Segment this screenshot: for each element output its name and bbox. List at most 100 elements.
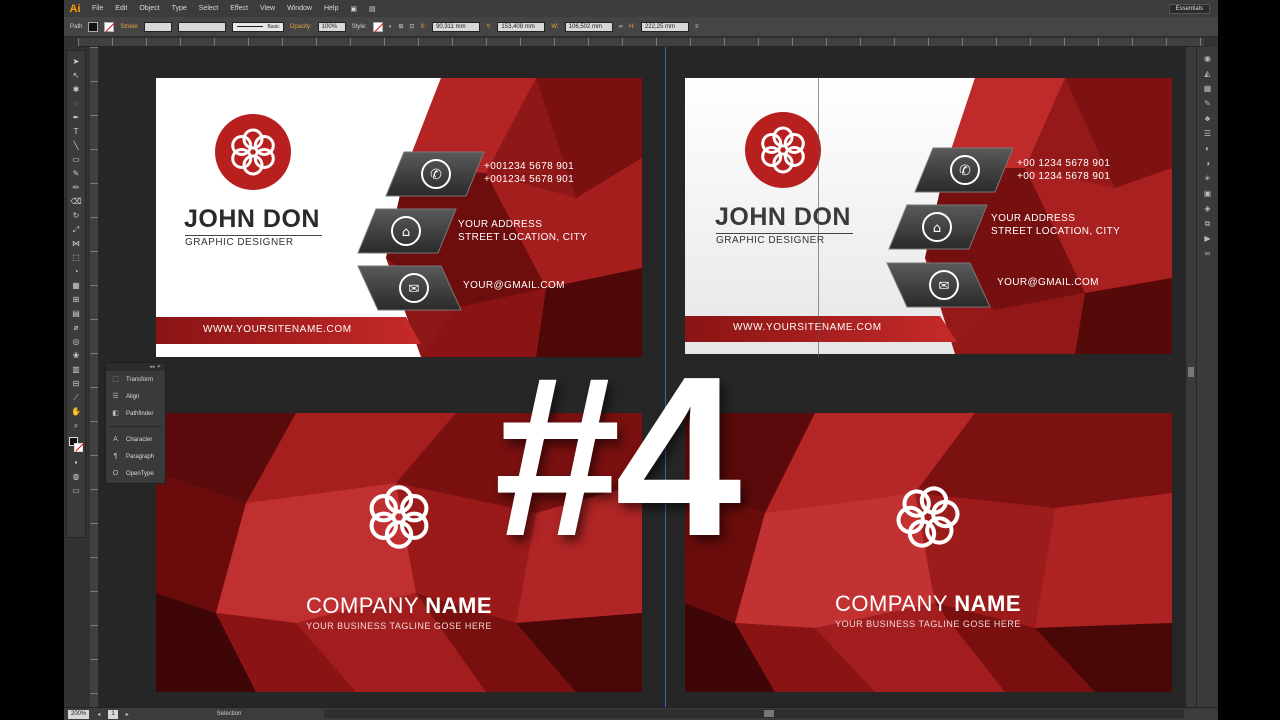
width-tool-icon[interactable]: ⋈ (69, 237, 83, 250)
arrange-documents-icon[interactable]: ▤ (363, 5, 382, 13)
card-front-right[interactable]: ✆ ⌂ ✉ JOHN DON GRAPHIC DESIGNER +00 1234… (685, 78, 1172, 354)
stroke-icon[interactable]: ☰ (1202, 128, 1214, 139)
panel-collapse-icon[interactable]: ▸▸ ✕ (106, 363, 165, 371)
card-front-left[interactable]: ✆ ⌂ ✉ JOHN DON GRAPHIC DESIGNER +001234 … (156, 78, 642, 357)
direct-selection-tool-icon[interactable]: ↖ (69, 69, 83, 82)
appearance-icon[interactable]: ☀ (1202, 173, 1214, 184)
pen-tool-icon[interactable]: ✒ (69, 111, 83, 124)
menu-select[interactable]: Select (193, 5, 224, 12)
status-mode[interactable]: Selection (217, 711, 242, 717)
floating-panel-group: ▸▸ ✕ ⬚ Transform ☰ Align ◧ Pathfinder A … (105, 362, 166, 484)
vertical-ruler[interactable] (90, 47, 98, 707)
rotate-tool-icon[interactable]: ↻ (69, 209, 83, 222)
brush-definition-select[interactable]: Basic (231, 21, 284, 32)
scale-tool-icon[interactable]: ⤢ (69, 223, 83, 236)
rectangle-tool-icon[interactable]: ▭ (69, 153, 83, 166)
layers-icon[interactable]: ◈ (1202, 203, 1214, 214)
company-name-2: COMPANY NAME (778, 591, 1078, 617)
paintbrush-tool-icon[interactable]: ✎ (69, 167, 83, 180)
artboards-icon[interactable]: ⧉ (1202, 218, 1214, 229)
menu-object[interactable]: Object (133, 5, 165, 12)
brushes-icon[interactable]: ✎ (1202, 98, 1214, 109)
links-icon[interactable]: ∞ (1202, 248, 1214, 259)
column-graph-tool-icon[interactable]: ▥ (69, 363, 83, 376)
recolor-icon[interactable]: ◐ (389, 24, 393, 30)
color-mode-icon[interactable]: ▪ (69, 456, 83, 469)
color-guide-icon[interactable]: ◭ (1202, 68, 1214, 79)
opacity-label[interactable]: Opacity: (290, 24, 312, 30)
link-proportions-icon[interactable]: ∞ (619, 24, 623, 30)
menu-effect[interactable]: Effect (224, 5, 254, 12)
gradient-tool-icon[interactable]: ▤ (69, 307, 83, 320)
vertical-scrollbar[interactable] (1186, 47, 1196, 707)
fill-stroke-selector[interactable] (69, 437, 83, 455)
workspace-switcher[interactable]: Essentials (1168, 3, 1210, 14)
zoom-tool-icon[interactable]: ⌕ (69, 419, 83, 432)
screen-mode-icon[interactable]: ▭ (69, 484, 83, 497)
artboard-tool-icon[interactable]: ⊟ (69, 377, 83, 390)
bridge-icon[interactable]: ▣ (344, 5, 363, 13)
color-icon[interactable]: ◉ (1202, 53, 1214, 64)
stroke-color-icon[interactable] (74, 443, 83, 452)
symbol-sprayer-tool-icon[interactable]: ❀ (69, 349, 83, 362)
graphic-style-swatch[interactable] (372, 21, 383, 32)
type-tool-icon[interactable]: T (69, 125, 83, 138)
x-field[interactable]: 90,311 mm (432, 21, 481, 32)
menu-view[interactable]: View (254, 5, 281, 12)
y-field[interactable]: 153,408 mm (497, 21, 546, 32)
transparency-icon[interactable]: ◑ (1202, 158, 1214, 169)
opacity-field[interactable]: 100% (317, 21, 346, 32)
menu-edit[interactable]: Edit (109, 5, 133, 12)
perspective-grid-tool-icon[interactable]: ▦ (69, 279, 83, 292)
transform-icon[interactable]: ⊡ (409, 23, 414, 30)
variable-width-field[interactable] (177, 21, 226, 32)
selection-tool-icon[interactable]: ➤ (69, 55, 83, 68)
scroll-thumb[interactable] (1188, 367, 1194, 377)
artboard-next-icon[interactable]: ▸ (126, 711, 129, 718)
horizontal-scrollbar[interactable] (324, 709, 1184, 718)
swatches-icon[interactable]: ▦ (1202, 83, 1214, 94)
blend-tool-icon[interactable]: ◎ (69, 335, 83, 348)
panel-pathfinder[interactable]: ◧ Pathfinder (106, 405, 165, 422)
panel-character[interactable]: A Character (106, 431, 165, 448)
free-transform-tool-icon[interactable]: ⬚ (69, 251, 83, 264)
panel-paragraph[interactable]: ¶ Paragraph (106, 448, 165, 465)
magic-wand-tool-icon[interactable]: ✱ (69, 83, 83, 96)
stroke-weight-field[interactable] (143, 21, 172, 32)
menu-type[interactable]: Type (166, 5, 193, 12)
panel-opentype[interactable]: O OpenType (106, 465, 165, 482)
drawing-mode-icon[interactable]: ◍ (69, 470, 83, 483)
artboard-number-field[interactable]: 1 (108, 709, 118, 719)
lasso-tool-icon[interactable]: ◌ (69, 97, 83, 110)
card-name: JOHN DON (184, 205, 320, 233)
stroke-swatch[interactable] (104, 21, 115, 32)
hand-tool-icon[interactable]: ✋ (69, 405, 83, 418)
gradient-icon[interactable]: ◐ (1202, 143, 1214, 154)
symbols-icon[interactable]: ♣ (1202, 113, 1214, 124)
eyedropper-tool-icon[interactable]: ⌀ (69, 321, 83, 334)
mesh-tool-icon[interactable]: ⊞ (69, 293, 83, 306)
horizontal-ruler[interactable] (78, 38, 1204, 47)
menu-window[interactable]: Window (281, 5, 318, 12)
panel-menu-icon[interactable]: ≡ (695, 24, 699, 30)
svg-text:✉: ✉ (409, 282, 420, 297)
align-icon[interactable]: ⊞ (398, 23, 403, 30)
zoom-field[interactable]: 200% (68, 709, 90, 719)
eraser-tool-icon[interactable]: ⌫ (69, 195, 83, 208)
pencil-tool-icon[interactable]: ✏ (69, 181, 83, 194)
actions-icon[interactable]: ▶ (1202, 233, 1214, 244)
artboard-prev-icon[interactable]: ◂ (97, 711, 100, 718)
slice-tool-icon[interactable]: ⟋ (69, 391, 83, 404)
stroke-label[interactable]: Stroke (120, 24, 137, 30)
w-field[interactable]: 106,502 mm (564, 21, 613, 32)
h-field[interactable]: 222,25 mm (640, 21, 689, 32)
menu-file[interactable]: File (86, 5, 109, 12)
fill-swatch[interactable] (88, 21, 99, 32)
h-scroll-thumb[interactable] (764, 710, 774, 717)
menu-help[interactable]: Help (318, 5, 344, 12)
graphic-styles-icon[interactable]: ▣ (1202, 188, 1214, 199)
panel-align[interactable]: ☰ Align (106, 388, 165, 405)
panel-transform[interactable]: ⬚ Transform (106, 371, 165, 388)
line-tool-icon[interactable]: ╲ (69, 139, 83, 152)
shape-builder-tool-icon[interactable]: ◔ (69, 265, 83, 278)
